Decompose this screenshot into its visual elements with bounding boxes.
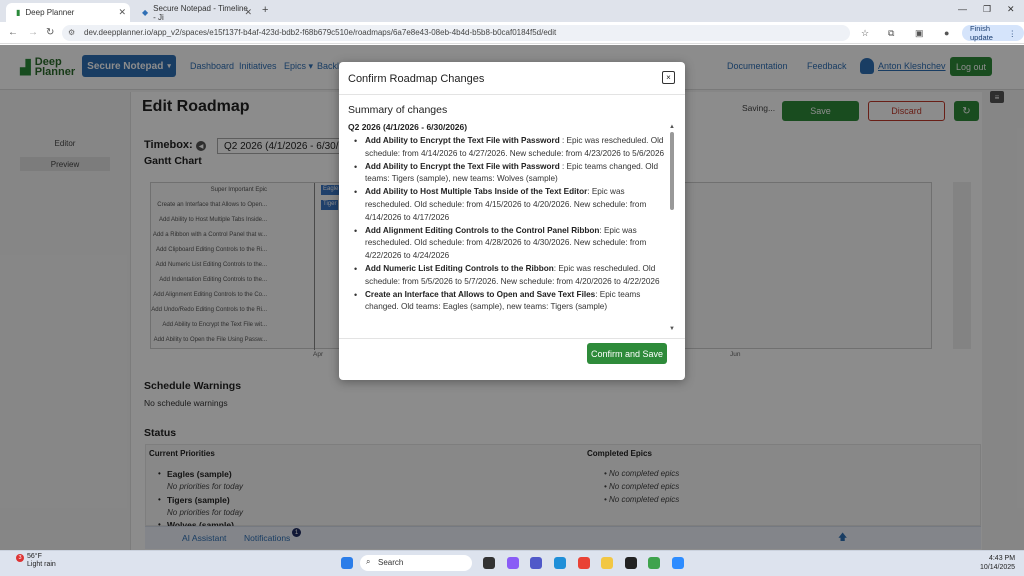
taskbar-clock[interactable]: 4:43 PM 10/14/2025 bbox=[980, 554, 1015, 572]
divider bbox=[339, 338, 685, 339]
site-info-icon[interactable]: ⚙ bbox=[68, 28, 75, 37]
modal-title: Confirm Roadmap Changes bbox=[348, 73, 485, 85]
teams-icon[interactable] bbox=[530, 557, 542, 569]
close-icon[interactable]: × bbox=[662, 71, 675, 84]
address-bar-row: ← → ↻ dev.deepplanner.io/app_v2/spaces/e… bbox=[0, 22, 1024, 44]
change-item: Add Numeric List Editing Controls to the… bbox=[348, 263, 669, 289]
chart-icon: ▮ bbox=[16, 8, 21, 17]
change-item: Add Ability to Encrypt the Text File wit… bbox=[348, 135, 669, 161]
summary-period: Q2 2026 (4/1/2026 - 6/30/2026) bbox=[348, 122, 468, 132]
forward-icon[interactable]: → bbox=[28, 27, 38, 38]
weather-badge: 3 bbox=[16, 554, 24, 562]
close-tab-icon[interactable]: ✕ bbox=[244, 7, 252, 18]
chrome-icon[interactable] bbox=[578, 557, 590, 569]
tab-secure-notepad[interactable]: ◆ Secure Notepad - Timeline - Ji ✕ bbox=[132, 3, 256, 22]
browser-tab-bar: ▮ Deep Planner ✕ ◆ Secure Notepad - Time… bbox=[0, 0, 1024, 22]
url-field[interactable]: dev.deepplanner.io/app_v2/spaces/e15f137… bbox=[62, 25, 850, 41]
terminal-icon[interactable] bbox=[625, 557, 637, 569]
changes-list[interactable]: Add Ability to Encrypt the Text File wit… bbox=[348, 135, 669, 333]
task-view-icon[interactable] bbox=[483, 557, 495, 569]
close-tab-icon[interactable]: ✕ bbox=[118, 7, 126, 18]
file-explorer-icon[interactable] bbox=[601, 557, 613, 569]
new-tab-icon[interactable]: + bbox=[262, 4, 268, 16]
scroll-down-icon[interactable]: ▼ bbox=[669, 326, 675, 332]
jira-icon: ◆ bbox=[142, 8, 149, 17]
sidepanel-icon[interactable]: ▣ bbox=[915, 28, 924, 39]
back-icon[interactable]: ← bbox=[8, 27, 18, 38]
zoom-icon[interactable] bbox=[672, 557, 684, 569]
close-window-icon[interactable]: ✕ bbox=[1007, 4, 1015, 15]
copilot-icon[interactable] bbox=[507, 557, 519, 569]
change-item: Add Ability to Encrypt the Text File wit… bbox=[348, 161, 669, 187]
minimize-icon[interactable]: — bbox=[958, 4, 967, 14]
taskbar-search[interactable]: ⌕ Search bbox=[360, 555, 472, 571]
reload-icon[interactable]: ↻ bbox=[46, 27, 54, 38]
notepad-icon[interactable] bbox=[648, 557, 660, 569]
tab-deep-planner[interactable]: ▮ Deep Planner ✕ bbox=[6, 3, 130, 22]
extensions-icon[interactable]: ⧉ bbox=[888, 28, 894, 39]
scroll-up-icon[interactable]: ▲ bbox=[669, 124, 675, 130]
change-item: Add Ability to Host Multiple Tabs Inside… bbox=[348, 186, 669, 224]
scroll-thumb[interactable] bbox=[670, 132, 674, 210]
search-icon: ⌕ bbox=[366, 557, 371, 566]
change-item: Create an Interface that Allows to Open … bbox=[348, 289, 669, 315]
more-vert-icon: ⋮ bbox=[1008, 28, 1017, 38]
confirm-roadmap-modal: Confirm Roadmap Changes × Summary of cha… bbox=[339, 62, 685, 380]
profile-icon[interactable]: ● bbox=[944, 28, 949, 38]
windows-start-icon[interactable] bbox=[341, 557, 353, 569]
edge-icon[interactable] bbox=[554, 557, 566, 569]
modal-scrollbar[interactable]: ▲ ▼ bbox=[669, 124, 675, 334]
change-item: Add Alignment Editing Controls to the Co… bbox=[348, 225, 669, 263]
bookmark-star-icon[interactable]: ☆ bbox=[861, 28, 869, 39]
divider bbox=[339, 94, 685, 95]
confirm-and-save-button[interactable]: Confirm and Save bbox=[587, 343, 667, 364]
finish-update-button[interactable]: Finish update ⋮ bbox=[962, 24, 1024, 42]
restore-icon[interactable]: ❐ bbox=[983, 4, 991, 15]
summary-title: Summary of changes bbox=[348, 104, 448, 116]
